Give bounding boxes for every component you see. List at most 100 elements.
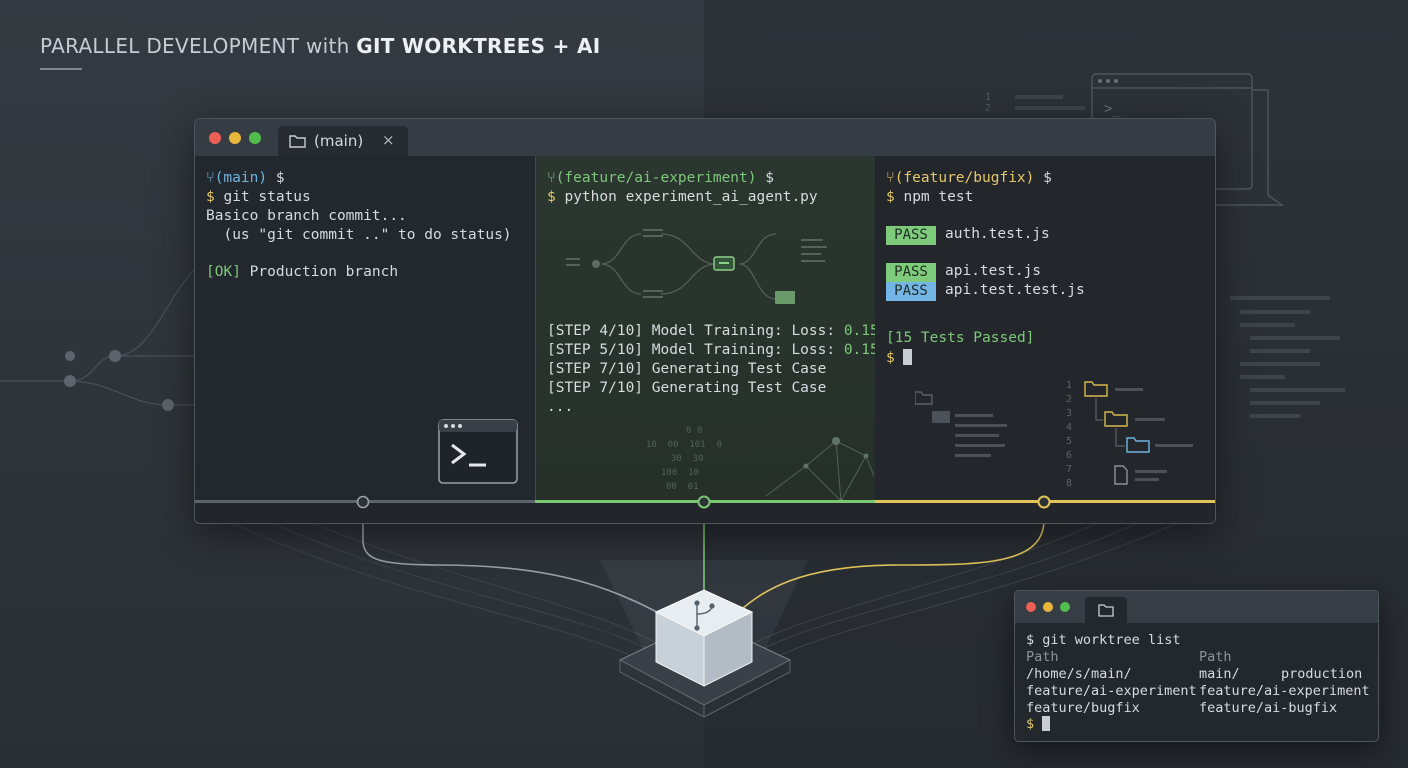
maximize-window-button[interactable]	[249, 132, 261, 144]
tree-line-number: 2	[1066, 394, 1072, 405]
step-line: [STEP 4/10] Model Training: Loss: 0.15	[547, 323, 876, 339]
window-titlebar	[1015, 591, 1378, 623]
worktree-branch: feature/ai-bugfix	[1199, 700, 1338, 716]
rail-main	[195, 500, 535, 503]
step-value: 0.15	[843, 323, 876, 339]
worktree-path: feature/bugfix	[1026, 700, 1140, 716]
neural-mesh-graphic	[766, 437, 874, 501]
bg-line-number: 2	[985, 103, 991, 114]
rail-bugfix	[875, 500, 1215, 503]
command-text: git status	[223, 189, 311, 205]
close-tab-icon[interactable]: ×	[382, 131, 395, 149]
step-tag: [STEP 7/10]	[547, 361, 644, 377]
background-prompt-glyph: >_	[1104, 101, 1121, 117]
binary-row: 0 0	[686, 426, 703, 436]
command-line: $ git status	[206, 189, 311, 205]
branch-icon: ⑂	[547, 170, 556, 186]
prompt-symbol: $	[765, 170, 774, 186]
minimize-window-button[interactable]	[229, 132, 241, 144]
column-header-left: Path	[1026, 649, 1059, 665]
status-strip	[195, 501, 1215, 523]
step-tag: [STEP 4/10]	[547, 323, 644, 339]
ai-flow-diagram	[566, 229, 827, 304]
command-text: python experiment_ai_agent.py	[564, 189, 818, 205]
worktree-terminal-window: $ git worktree list Path Path /home/s/ma…	[1014, 590, 1379, 742]
worktree-branch: feature/ai-experiment	[1199, 683, 1370, 699]
ok-tag: [OK]	[206, 264, 241, 280]
pass-badge: PASS	[886, 226, 936, 245]
step-tag: [STEP 7/10]	[547, 380, 644, 396]
branch-icon: ⑂	[886, 170, 895, 186]
maximize-window-button[interactable]	[1060, 602, 1070, 612]
step-text: Model Training: Loss:	[651, 323, 844, 339]
window-titlebar: (main) ×	[195, 119, 1215, 156]
pass-badge: PASS	[886, 282, 936, 301]
tree-line-number: 1	[1066, 380, 1072, 391]
background-editor-line-numbers: 1 2	[985, 92, 991, 114]
binary-row: 00 01	[666, 482, 699, 492]
tab-worktree[interactable]	[1085, 597, 1127, 623]
command-text: git worktree list	[1042, 632, 1181, 648]
title-bold: GIT WORKTREES + AI	[356, 34, 601, 58]
prompt-symbol: $	[886, 189, 895, 205]
output-line: (us "git commit .." to do status)	[206, 227, 512, 243]
prompt-symbol: $	[547, 189, 556, 205]
branch-name: (main)	[214, 170, 268, 186]
tab-main[interactable]: (main) ×	[278, 126, 408, 156]
input-prompt[interactable]: $	[1026, 716, 1051, 732]
prompt-symbol: $	[886, 350, 895, 366]
close-window-button[interactable]	[209, 132, 221, 144]
branch-name: (feature/ai-experiment)	[555, 170, 757, 186]
close-window-button[interactable]	[1026, 602, 1036, 612]
branch-prompt: ⑂(feature/bugfix) $	[886, 170, 1052, 186]
minimize-window-button[interactable]	[1043, 602, 1053, 612]
text-cursor	[903, 349, 913, 365]
worktree-note: production	[1281, 666, 1363, 682]
input-prompt[interactable]: $	[886, 349, 913, 366]
step-line: [STEP 5/10] Model Training: Loss: 0.15	[547, 342, 876, 358]
tree-line-number: 7	[1066, 464, 1072, 475]
pane-main[interactable]: ⑂(main) $ $ git status Basico branch com…	[195, 156, 535, 501]
branch-name: (feature/bugfix)	[894, 170, 1035, 186]
prompt-symbol: $	[206, 189, 215, 205]
pane-ai-experiment[interactable]: ⑂(feature/ai-experiment) $ $ python expe…	[535, 156, 876, 501]
test-file: api.test.js	[945, 263, 1042, 279]
prompt-symbol: $	[1026, 632, 1035, 648]
test-file: api.test.test.js	[945, 282, 1085, 298]
text-cursor	[1042, 716, 1051, 731]
step-value: 0.15	[843, 342, 876, 358]
tree-line-number: 3	[1066, 408, 1072, 419]
step-text: Generating Test Case	[651, 380, 827, 396]
command-text: npm test	[903, 189, 974, 205]
test-summary: [15 Tests Passed]	[886, 330, 1035, 346]
worktree-path: feature/ai-experiment	[1026, 683, 1197, 699]
bg-line-number: 1	[985, 92, 991, 103]
step-text: Model Training: Loss:	[651, 342, 844, 358]
prompt-symbol: $	[1043, 170, 1052, 186]
step-tag: [STEP 5/10]	[547, 342, 644, 358]
tree-line-number: 5	[1066, 436, 1072, 447]
step-line: [STEP 7/10] Generating Test Case	[547, 380, 826, 396]
main-terminal-window: (main) × ⑂(main) $ $ git status Basico b…	[194, 118, 1216, 524]
page-title: PARALLEL DEVELOPMENT with GIT WORKTREES …	[40, 34, 600, 58]
command-line: $ git worktree list	[1026, 632, 1180, 648]
ellipsis-line: ...	[547, 399, 574, 415]
tree-line-number: 4	[1066, 422, 1072, 433]
tree-line-number: 8	[1066, 478, 1072, 489]
title-underline	[40, 68, 82, 70]
step-text: Generating Test Case	[651, 361, 827, 377]
terminal-app-icon	[438, 419, 518, 484]
folder-icon	[289, 135, 306, 148]
pass-badge: PASS	[886, 263, 936, 282]
ok-text: Production branch	[249, 264, 399, 280]
status-line: [OK] Production branch	[206, 264, 398, 280]
worktree-path: /home/s/main/	[1026, 666, 1132, 682]
binary-row: 30 30	[671, 454, 704, 464]
pane-bugfix[interactable]: ⑂(feature/bugfix) $ $ npm test PASS auth…	[875, 156, 1215, 501]
prompt-symbol: $	[1026, 716, 1035, 732]
worktree-branch: main/	[1199, 666, 1240, 682]
column-header-right: Path	[1199, 649, 1232, 665]
tree-line-number: 6	[1066, 450, 1072, 461]
step-line: [STEP 7/10] Generating Test Case	[547, 361, 826, 377]
rail-ai-experiment	[535, 500, 875, 503]
